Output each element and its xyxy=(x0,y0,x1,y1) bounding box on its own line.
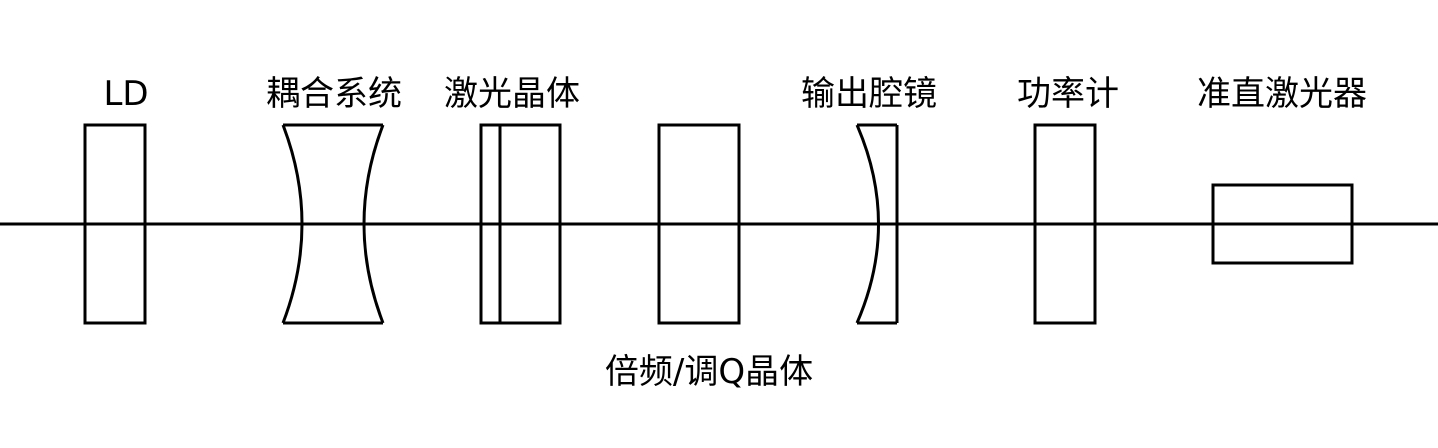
laser-crystal-label: 激光晶体 xyxy=(444,74,580,114)
power-meter-label: 功率计 xyxy=(1017,74,1119,114)
collimated-laser-label: 准直激光器 xyxy=(1197,74,1367,114)
output-mirror-label: 输出腔镜 xyxy=(801,74,937,114)
freq-q-crystal-label: 倍频/调Q晶体 xyxy=(605,352,813,392)
optical-path-diagram: LD 耦合系统 激光晶体 倍频/调Q晶体 输出腔镜 功率计 准直激光器 xyxy=(0,74,1438,392)
ld-label: LD xyxy=(103,74,148,114)
coupling-label: 耦合系统 xyxy=(266,74,402,114)
